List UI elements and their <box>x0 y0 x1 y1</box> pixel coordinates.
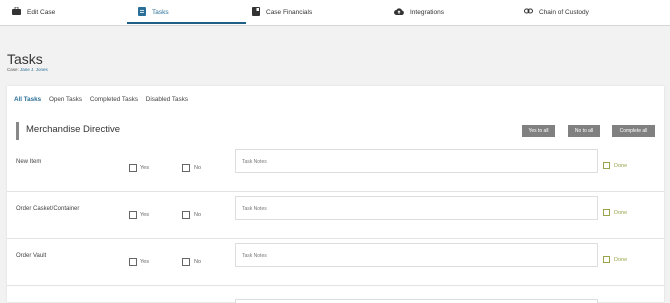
tab-chain-of-custody[interactable]: Chain of Custody <box>524 0 589 24</box>
task-notes-field[interactable] <box>235 196 598 220</box>
tasks-panel: All Tasks Open Tasks Completed Tasks Dis… <box>7 86 664 303</box>
case-subtitle: Case: Jane J. Jones <box>7 67 48 72</box>
no-to-all-button[interactable]: No to all <box>568 125 600 137</box>
subtab-disabled-tasks[interactable]: Disabled Tasks <box>146 96 188 103</box>
task-row: New Item Yes No Done <box>7 144 664 192</box>
briefcase-icon <box>12 6 21 17</box>
subtab-all-tasks[interactable]: All Tasks <box>14 96 41 103</box>
page-title: Tasks <box>7 51 43 67</box>
tab-edit-case[interactable]: Edit Case <box>12 0 55 24</box>
tab-tasks[interactable]: Tasks <box>138 0 169 24</box>
section-marker <box>16 122 19 140</box>
complete-all-button[interactable]: Complete all <box>612 125 655 137</box>
subtab-completed-tasks[interactable]: Completed Tasks <box>90 96 138 103</box>
tab-label: Tasks <box>152 8 169 16</box>
section-title: Merchandise Directive <box>26 124 120 135</box>
no-checkbox[interactable] <box>182 164 190 172</box>
tab-label: Chain of Custody <box>539 8 589 16</box>
task-name: New Item <box>16 159 42 165</box>
task-notes-input[interactable] <box>236 249 597 263</box>
no-checkbox[interactable] <box>182 258 190 266</box>
no-label: No <box>194 165 202 171</box>
task-row: Order Casket/Container Yes No Done <box>7 191 664 239</box>
tab-integrations[interactable]: Integrations <box>394 0 444 24</box>
link-icon <box>524 8 533 16</box>
no-label: No <box>194 212 202 218</box>
task-name: Order Casket/Container <box>16 206 80 212</box>
task-notes-field[interactable] <box>235 243 598 267</box>
yes-label: Yes <box>140 259 149 265</box>
active-tab-indicator <box>127 22 246 24</box>
tab-label: Edit Case <box>27 8 56 16</box>
yes-label: Yes <box>140 165 149 171</box>
yes-to-all-button[interactable]: Yes to all <box>522 125 555 137</box>
tab-label: Case Financials <box>266 8 313 16</box>
no-label: No <box>194 259 202 265</box>
task-row: Order Vault Yes No Done <box>7 238 664 286</box>
done-label: Done <box>614 210 628 216</box>
case-name-link[interactable]: Jane J. Jones <box>20 67 48 72</box>
task-filter-tabs: All Tasks Open Tasks Completed Tasks Dis… <box>14 96 194 103</box>
task-notes-input[interactable] <box>236 155 597 169</box>
task-notes-field[interactable] <box>235 149 598 173</box>
done-label: Done <box>614 257 628 263</box>
done-label: Done <box>614 163 628 169</box>
tab-case-financials[interactable]: Case Financials <box>252 0 312 24</box>
subtab-open-tasks[interactable]: Open Tasks <box>49 96 82 103</box>
yes-checkbox[interactable] <box>129 164 137 172</box>
ledger-icon <box>252 6 260 18</box>
task-name: Order Vault <box>16 253 47 259</box>
no-checkbox[interactable] <box>182 211 190 219</box>
done-checkbox[interactable] <box>603 209 610 216</box>
yes-checkbox[interactable] <box>129 258 137 266</box>
yes-checkbox[interactable] <box>129 211 137 219</box>
top-navigation: Edit Case Tasks Case Financials Integrat… <box>0 0 670 26</box>
task-notes-input[interactable] <box>236 202 597 216</box>
task-notes-field-partial <box>235 299 598 303</box>
cloud-icon <box>394 7 404 17</box>
done-checkbox[interactable] <box>603 256 610 263</box>
done-checkbox[interactable] <box>603 162 610 169</box>
tab-label: Integrations <box>410 8 444 16</box>
yes-label: Yes <box>140 212 149 218</box>
case-prefix: Case: <box>7 67 19 72</box>
clipboard-icon <box>138 6 146 18</box>
